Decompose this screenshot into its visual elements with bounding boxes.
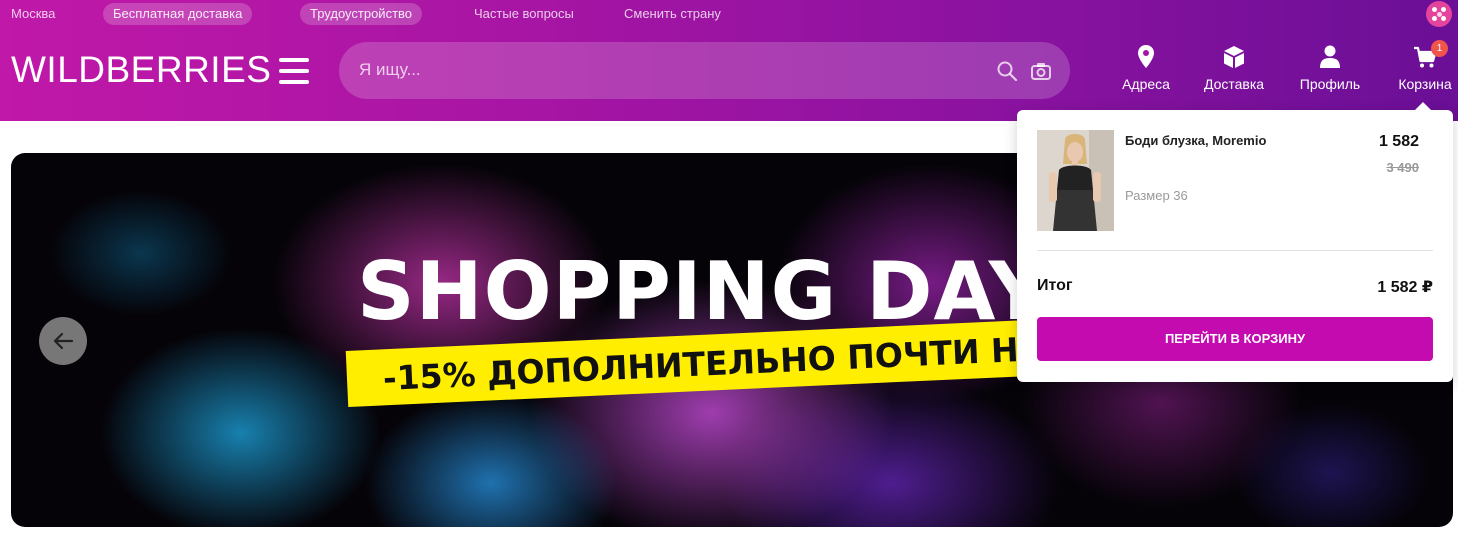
faq-link[interactable]: Частые вопросы [474, 3, 574, 25]
location-pin-icon [1138, 45, 1154, 68]
apps-icon[interactable] [1426, 1, 1452, 27]
nav-profile[interactable]: Профиль [1297, 44, 1363, 92]
nav-delivery-label: Доставка [1203, 76, 1265, 92]
search-bar[interactable]: Я ищу... [339, 42, 1070, 99]
go-to-cart-button[interactable]: ПЕРЕЙТИ В КОРЗИНУ [1037, 317, 1433, 361]
banner-prev-button[interactable] [39, 317, 87, 365]
free-delivery-link[interactable]: Бесплатная доставка [103, 3, 253, 25]
product-old-price: 3 490 [1386, 160, 1419, 175]
box-icon [1224, 46, 1244, 68]
change-country-link[interactable]: Сменить страну [624, 3, 721, 25]
product-thumbnail[interactable] [1037, 130, 1114, 231]
product-name[interactable]: Боди блузка, Moremio [1125, 133, 1266, 148]
menu-icon[interactable] [279, 58, 309, 84]
total-value: 1 582 ₽ [1377, 279, 1433, 296]
camera-icon[interactable] [1030, 60, 1052, 82]
logo[interactable]: WILDBERRIES [11, 50, 271, 90]
nav-cart[interactable]: 1 Корзина [1394, 40, 1456, 92]
nav-cart-label: Корзина [1398, 76, 1452, 92]
nav-addresses[interactable]: Адреса [1118, 44, 1174, 92]
nav-addresses-label: Адреса [1122, 76, 1170, 92]
city-link[interactable]: Москва [11, 3, 55, 25]
cart-popup: Боди блузка, Moremio Размер 36 1 582 3 4… [1017, 102, 1453, 382]
nav-profile-label: Профиль [1299, 76, 1361, 92]
jobs-link[interactable]: Трудоустройство [300, 3, 423, 25]
search-input[interactable]: Я ищу... [359, 60, 421, 80]
product-size: Размер 36 [1125, 188, 1188, 203]
user-icon [1320, 45, 1340, 68]
product-price: 1 582 [1378, 133, 1419, 150]
product-photo [1037, 130, 1114, 231]
arrow-left-icon [53, 332, 74, 350]
popup-caret [1415, 102, 1431, 110]
top-bar: Москва Бесплатная доставка Трудоустройст… [0, 0, 1458, 28]
total-label: Итог [1037, 277, 1073, 294]
popup-divider [1037, 250, 1433, 251]
site-header: Москва Бесплатная доставка Трудоустройст… [0, 0, 1458, 121]
search-icon[interactable] [996, 60, 1018, 82]
cart-count-badge: 1 [1431, 40, 1448, 57]
nav-delivery[interactable]: Доставка [1202, 44, 1266, 92]
